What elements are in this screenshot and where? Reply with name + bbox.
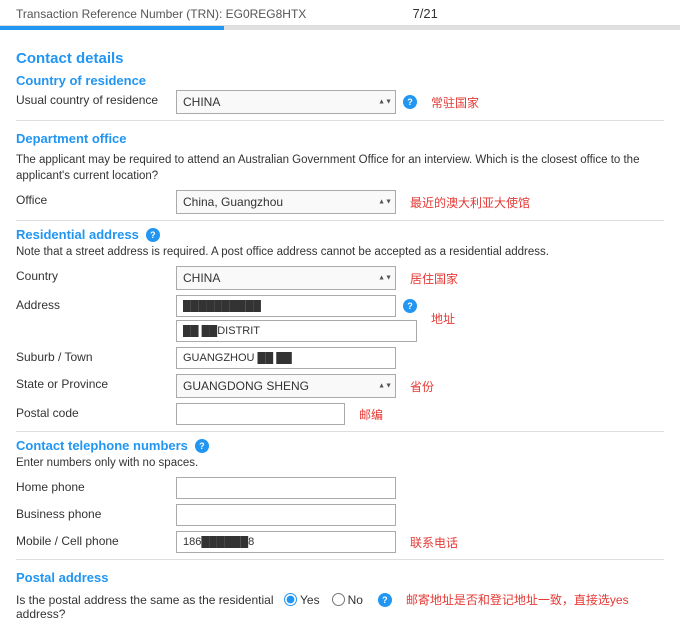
address-field: ? 地址 bbox=[176, 295, 664, 342]
no-radio-label[interactable]: No bbox=[332, 593, 363, 607]
country-of-residence-row: Usual country of residence CHINA ? 常驻国家 bbox=[16, 90, 664, 114]
office-field: China, Guangzhou 最近的澳大利亚大使馆 bbox=[176, 190, 664, 214]
address-help-icon[interactable]: ? bbox=[403, 299, 417, 313]
business-phone-label: Business phone bbox=[16, 504, 176, 521]
office-label: Office bbox=[16, 190, 176, 207]
res-country-select-wrapper[interactable]: CHINA bbox=[176, 266, 396, 290]
res-country-annotation: 居住国家 bbox=[410, 270, 458, 287]
dept-office-title: Department office bbox=[16, 131, 664, 146]
main-content: Contact details Country of residence Usu… bbox=[0, 30, 680, 636]
office-row: Office China, Guangzhou 最近的澳大利亚大使馆 bbox=[16, 190, 664, 214]
state-select-wrapper[interactable]: GUANGDONG SHENG bbox=[176, 374, 396, 398]
state-annotation: 省份 bbox=[410, 378, 434, 395]
business-phone-field bbox=[176, 504, 664, 526]
telephone-desc: Enter numbers only with no spaces. bbox=[16, 455, 664, 471]
yes-radio-label[interactable]: Yes bbox=[284, 593, 320, 607]
tan-text: Transaction Reference Number (TRN): EG0R… bbox=[16, 7, 306, 21]
postal-annotation: 邮编 bbox=[359, 406, 383, 423]
address-annotation: 地址 bbox=[431, 310, 455, 327]
suburb-row: Suburb / Town bbox=[16, 347, 664, 369]
home-phone-input[interactable] bbox=[176, 477, 396, 499]
postal-address-annotation: 邮寄地址是否和登记地址一致，直接选yes bbox=[406, 591, 629, 608]
postal-label: Postal code bbox=[16, 403, 176, 420]
mobile-phone-input[interactable] bbox=[176, 531, 396, 553]
divider-3 bbox=[16, 431, 664, 432]
postal-same-radio-group: Yes No ? bbox=[284, 593, 392, 607]
divider-4 bbox=[16, 559, 664, 560]
postal-row: Postal code 邮编 bbox=[16, 403, 664, 425]
postal-input[interactable] bbox=[176, 403, 345, 425]
postal-address-radio: Yes No ? 邮寄地址是否和登记地址一致，直接选yes bbox=[284, 591, 664, 608]
suburb-input[interactable] bbox=[176, 347, 396, 369]
address-line1-input[interactable] bbox=[176, 295, 396, 317]
country-select-wrapper[interactable]: CHINA bbox=[176, 90, 396, 114]
country-annotation: 常驻国家 bbox=[431, 94, 479, 111]
address-line2-input[interactable] bbox=[176, 320, 417, 342]
residential-desc: Note that a street address is required. … bbox=[16, 244, 664, 260]
usual-country-label: Usual country of residence bbox=[16, 90, 176, 107]
office-select-wrapper[interactable]: China, Guangzhou bbox=[176, 190, 396, 214]
mobile-annotation: 联系电话 bbox=[410, 534, 458, 551]
dept-office-desc: The applicant may be required to attend … bbox=[16, 152, 664, 184]
postal-address-row: Is the postal address the same as the re… bbox=[16, 591, 664, 621]
suburb-label: Suburb / Town bbox=[16, 347, 176, 364]
home-phone-field bbox=[176, 477, 664, 499]
postal-field: 邮编 bbox=[176, 403, 664, 425]
address-inputs: ? bbox=[176, 295, 417, 342]
state-select[interactable]: GUANGDONG SHENG bbox=[176, 374, 396, 398]
address-line1-row: ? bbox=[176, 295, 417, 317]
top-bar: Transaction Reference Number (TRN): EG0R… bbox=[0, 0, 680, 26]
telephone-help-icon[interactable]: ? bbox=[195, 439, 209, 453]
postal-address-title: Postal address bbox=[16, 570, 664, 585]
postal-help-icon[interactable]: ? bbox=[378, 593, 392, 607]
business-phone-input[interactable] bbox=[176, 504, 396, 526]
mobile-phone-field: 联系电话 bbox=[176, 531, 664, 553]
page-number: 7/21 bbox=[306, 6, 544, 21]
residential-title: Residential address bbox=[16, 227, 139, 242]
usual-country-field: CHINA ? 常驻国家 bbox=[176, 90, 664, 114]
office-annotation: 最近的澳大利亚大使馆 bbox=[410, 194, 530, 211]
no-label: No bbox=[348, 593, 363, 607]
address-label: Address bbox=[16, 295, 176, 312]
suburb-field bbox=[176, 347, 664, 369]
res-country-select[interactable]: CHINA bbox=[176, 266, 396, 290]
state-row: State or Province GUANGDONG SHENG 省份 bbox=[16, 374, 664, 398]
business-phone-row: Business phone bbox=[16, 504, 664, 526]
yes-radio[interactable] bbox=[284, 593, 297, 606]
state-label: State or Province bbox=[16, 374, 176, 391]
yes-label: Yes bbox=[300, 593, 320, 607]
postal-address-desc: Is the postal address the same as the re… bbox=[16, 591, 276, 621]
residential-help-icon[interactable]: ? bbox=[146, 228, 160, 242]
divider-2 bbox=[16, 220, 664, 221]
mobile-phone-label: Mobile / Cell phone bbox=[16, 531, 176, 548]
country-help-icon[interactable]: ? bbox=[403, 95, 417, 109]
mobile-phone-row: Mobile / Cell phone 联系电话 bbox=[16, 531, 664, 553]
res-country-label: Country bbox=[16, 266, 176, 283]
home-phone-label: Home phone bbox=[16, 477, 176, 494]
address-row: Address ? 地址 bbox=[16, 295, 664, 342]
office-select[interactable]: China, Guangzhou bbox=[176, 190, 396, 214]
res-country-row: Country CHINA 居住国家 bbox=[16, 266, 664, 290]
divider-1 bbox=[16, 120, 664, 121]
home-phone-row: Home phone bbox=[16, 477, 664, 499]
telephone-title: Contact telephone numbers bbox=[16, 438, 188, 453]
state-field: GUANGDONG SHENG 省份 bbox=[176, 374, 664, 398]
country-of-residence-label: Country of residence bbox=[16, 73, 664, 88]
country-select[interactable]: CHINA bbox=[176, 90, 396, 114]
res-country-field: CHINA 居住国家 bbox=[176, 266, 664, 290]
no-radio[interactable] bbox=[332, 593, 345, 606]
contact-details-title: Contact details bbox=[16, 50, 664, 67]
